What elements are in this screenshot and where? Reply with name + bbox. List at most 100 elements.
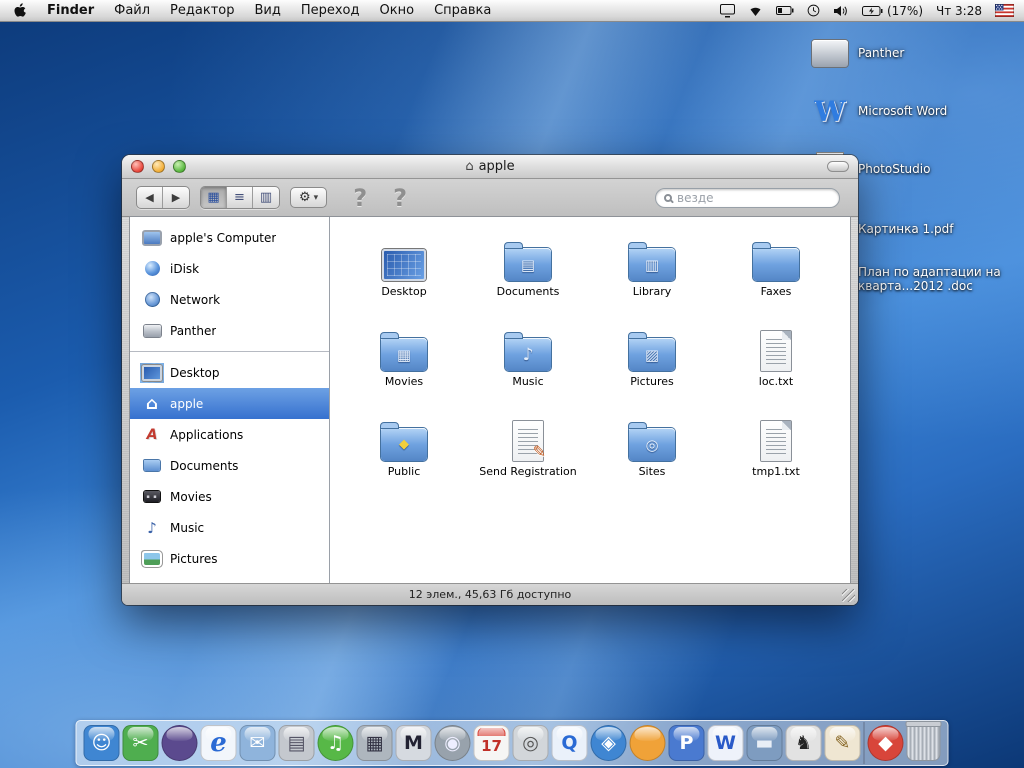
music-folder[interactable]: Music	[466, 321, 590, 411]
apple-menu[interactable]	[10, 0, 37, 22]
display-icon[interactable]	[719, 3, 735, 18]
close-button[interactable]	[131, 160, 144, 173]
dock-separator[interactable]	[863, 722, 865, 764]
menu-list: Finder Файл Редактор Вид Переход Окно Сп…	[37, 0, 501, 22]
internet-explorer[interactable]: e	[200, 725, 237, 761]
sites-folder[interactable]: Sites	[590, 411, 714, 501]
pictures-folder[interactable]: Pictures	[590, 321, 714, 411]
desktop-app-microsoft-word[interactable]: Microsoft Word	[810, 94, 1024, 128]
sidebar-idisk[interactable]: iDisk	[130, 253, 329, 284]
sidebar-item-label: Panther	[170, 323, 217, 338]
home-icon: ⌂	[465, 159, 474, 174]
file-icon	[629, 423, 675, 461]
volume-icon[interactable]	[833, 5, 849, 17]
art-app[interactable]: ✎	[824, 725, 861, 761]
battery-meter-icon[interactable]	[775, 6, 794, 15]
sidebar-movies[interactable]: Movies	[130, 481, 329, 512]
dock-icon-glyph: ▤	[287, 731, 306, 754]
folder-drawer[interactable]: ▬	[746, 725, 783, 761]
quicktime[interactable]: Q	[551, 725, 588, 761]
app-green[interactable]: ✂	[122, 725, 159, 761]
send-registration-file[interactable]: Send Registration	[466, 411, 590, 501]
wifi-icon[interactable]	[748, 5, 763, 17]
printer[interactable]: ▤	[278, 725, 315, 761]
status-text: 12 элем., 45,63 Гб доступно	[408, 588, 572, 601]
search-field[interactable]	[655, 187, 840, 208]
icon-view-button[interactable]: ▦	[201, 187, 227, 208]
app-blue-p[interactable]: P	[668, 725, 705, 761]
ical[interactable]: 17	[473, 725, 510, 761]
desktop-item-label: Panther	[858, 46, 905, 60]
tmp1-txt-file[interactable]: tmp1.txt	[714, 411, 838, 501]
sidebar-item-icon	[140, 518, 164, 538]
microsoft-word[interactable]: W	[707, 725, 744, 761]
dock-icon-glyph: ✉	[249, 731, 266, 754]
library-folder[interactable]: Library	[590, 231, 714, 321]
dock-icon-glyph: Q	[561, 731, 578, 754]
app-purple[interactable]	[161, 725, 198, 761]
clock-sync-icon[interactable]	[807, 4, 820, 17]
forward-button[interactable]: ▶	[163, 187, 189, 208]
back-button[interactable]: ◀	[137, 187, 163, 208]
dock-icon-glyph: ♞	[794, 731, 813, 754]
sidebar-music[interactable]: Music	[130, 512, 329, 543]
dock-icon-glyph: ▬	[755, 731, 774, 754]
sidebar-panther[interactable]: Panther	[130, 315, 329, 346]
desktop-item[interactable]: Desktop	[342, 231, 466, 321]
desktop-volume-panther[interactable]: Panther	[810, 36, 1024, 70]
sidebar-documents[interactable]: Documents	[130, 450, 329, 481]
movies-folder[interactable]: Movies	[342, 321, 466, 411]
battery-menu[interactable]: (17%)	[861, 3, 924, 18]
safari[interactable]: ◈	[590, 725, 627, 761]
menu-view[interactable]: Вид	[244, 0, 290, 22]
sidebar-applications[interactable]: Applications	[130, 419, 329, 450]
sidebar-item-label: apple's Computer	[170, 230, 277, 245]
zoom-button[interactable]	[173, 160, 186, 173]
menu-file[interactable]: Файл	[104, 0, 160, 22]
missing-toolbar-item-icon: ?	[353, 183, 368, 212]
menu-finder[interactable]: Finder	[37, 0, 104, 22]
sidebar-pictures[interactable]: Pictures	[130, 543, 329, 574]
sidebar-apple-home[interactable]: apple	[130, 388, 329, 419]
finder[interactable]: ☺	[83, 725, 120, 761]
trash[interactable]	[905, 721, 942, 761]
file-icon	[381, 423, 427, 461]
window-title-text: apple	[478, 159, 515, 174]
app-orange[interactable]	[629, 725, 666, 761]
column-view-button[interactable]: ▥	[253, 187, 279, 208]
action-menu-button[interactable]: ⚙ ▾	[290, 187, 328, 208]
mplayer[interactable]: M	[395, 725, 432, 761]
file-label: Documents	[496, 285, 560, 298]
battery-percent: (17%)	[886, 3, 924, 18]
dvd-player[interactable]: ◉	[434, 725, 471, 761]
app-grey[interactable]: ◎	[512, 725, 549, 761]
menu-window[interactable]: Окно	[370, 0, 425, 22]
resize-grip[interactable]	[842, 589, 855, 602]
loc-txt-file[interactable]: loc.txt	[714, 321, 838, 411]
public-folder[interactable]: Public	[342, 411, 466, 501]
menu-help[interactable]: Справка	[424, 0, 501, 22]
chess[interactable]: ♞	[785, 725, 822, 761]
mail[interactable]: ✉	[239, 725, 276, 761]
sidebar-apples-computer[interactable]: apple's Computer	[130, 222, 329, 253]
search-input[interactable]	[677, 190, 831, 205]
dock: ☺ ✂ e ✉ ▤ ♫ ▦ M ◉ 17 ◎ Q ◈ P W ▬ ♞ ✎ ◆	[75, 720, 949, 766]
title-bar[interactable]: ⌂ apple	[122, 155, 858, 179]
app-red[interactable]: ◆	[867, 725, 904, 761]
calculator[interactable]: ▦	[356, 725, 393, 761]
itunes[interactable]: ♫	[317, 725, 354, 761]
sidebar-network[interactable]: Network	[130, 284, 329, 315]
minimize-button[interactable]	[152, 160, 165, 173]
faxes-folder[interactable]: Faxes	[714, 231, 838, 321]
documents-folder[interactable]: Documents	[466, 231, 590, 321]
sidebar-desktop[interactable]: Desktop	[130, 357, 329, 388]
dock-icon-glyph: ◆	[878, 731, 893, 754]
desktop-item-label: Microsoft Word	[858, 104, 948, 118]
menu-clock[interactable]: Чт 3:28	[936, 4, 982, 18]
file-label: Movies	[384, 375, 424, 388]
menu-go[interactable]: Переход	[291, 0, 370, 22]
toolbar-toggle-button[interactable]	[827, 161, 849, 172]
input-language-flag-icon[interactable]	[995, 4, 1014, 17]
menu-edit[interactable]: Редактор	[160, 0, 244, 22]
list-view-button[interactable]: ≡	[227, 187, 253, 208]
